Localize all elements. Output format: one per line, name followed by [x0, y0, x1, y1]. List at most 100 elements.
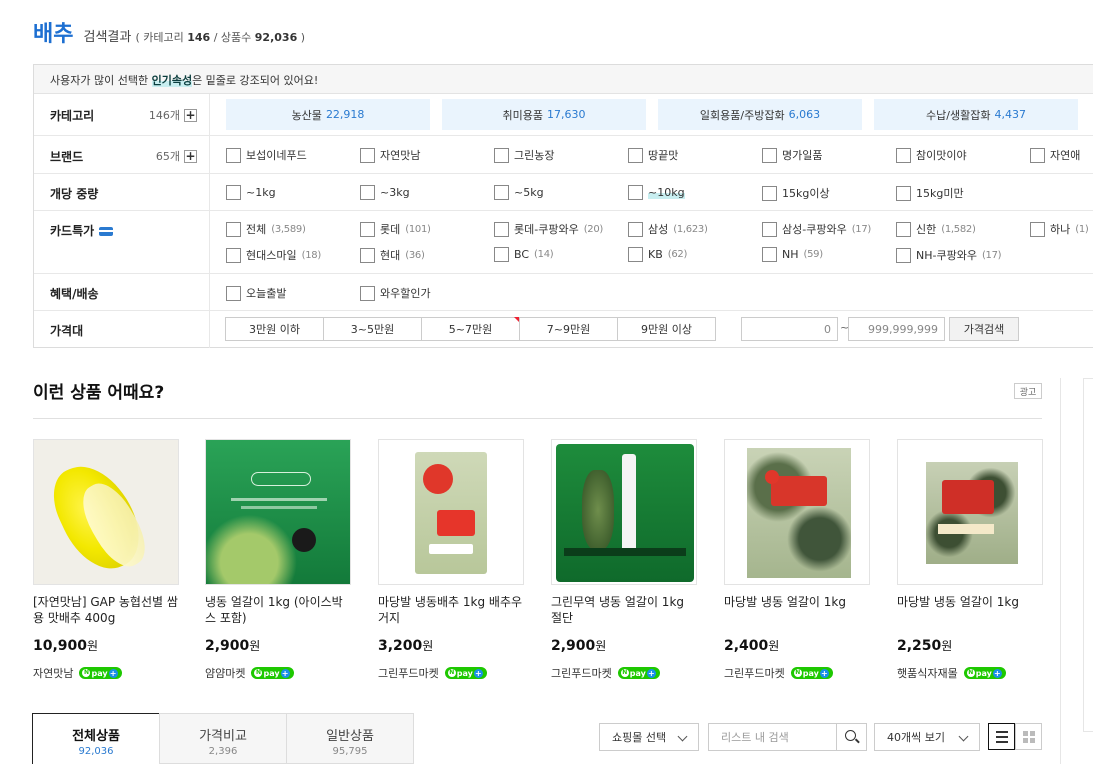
card-option[interactable]: 신한 (1,582)	[896, 221, 976, 237]
expand-category-plus-icon[interactable]: +	[184, 108, 197, 122]
product-name[interactable]: [자연맛남] GAP 농협선별 쌈용 맛배추 400g	[33, 594, 179, 626]
card-option[interactable]: 삼성-쿠팡와우 (17)	[762, 221, 871, 237]
brand-option[interactable]: 그린농장	[494, 147, 554, 163]
search-keyword: 배추	[33, 22, 74, 47]
tab-all-products[interactable]: 전체상품 92,036	[32, 713, 160, 764]
grid-view-button[interactable]	[1015, 723, 1042, 750]
category-chip[interactable]: 일회용품/주방잡화 6,063	[658, 99, 862, 130]
filter-label-brand: 브랜드	[50, 150, 84, 164]
product-price: 2,250원	[897, 638, 953, 654]
brand-option[interactable]: 보섭이네푸드	[226, 147, 307, 163]
category-chip[interactable]: 농산물 22,918	[226, 99, 430, 130]
filter-row-benefit: 혜택/배송 오늘출발 와우할인가	[34, 274, 1093, 311]
price-range-button-popular[interactable]: 5~7만원	[421, 317, 520, 341]
product-shop: 그린푸드마켓 Npay +	[551, 665, 697, 681]
search-icon[interactable]	[836, 724, 866, 750]
filter-label-card: 카드특가	[50, 224, 95, 238]
product-image[interactable]	[551, 439, 697, 585]
product-card[interactable]: 마당발 냉동 얼갈이 1kg 2,400원 그린푸드마켓 Npay +	[724, 439, 870, 681]
weight-option[interactable]: ~1kg	[226, 185, 276, 200]
product-name[interactable]: 냉동 얼갈이 1kg (아이스박스 포함)	[205, 594, 351, 626]
price-range-button[interactable]: 9만원 이상	[617, 317, 716, 341]
benefit-option[interactable]: 오늘출발	[226, 285, 286, 301]
product-image[interactable]	[205, 439, 351, 585]
filter-label-price: 가격대	[50, 324, 84, 338]
filter-label-benefit: 혜택/배송	[50, 287, 99, 301]
product-shop: 얌얌마켓 Npay +	[205, 665, 351, 681]
card-option[interactable]: 롯데-쿠팡와우 (20)	[494, 221, 603, 237]
product-shop: 햇품식자재몰 Npay +	[897, 665, 1043, 681]
product-card[interactable]: [자연맛남] GAP 농협선별 쌈용 맛배추 400g 10,900원 자연맛남…	[33, 439, 179, 681]
filter-row-brand: 브랜드 65개 + 보섭이네푸드 자연맛남 그린농장 땅끝맛 명가일품 참이맛이야…	[34, 136, 1093, 174]
card-option[interactable]: 삼성 (1,623)	[628, 221, 708, 237]
filter-row-weight: 개당 중량 ~1kg ~3kg ~5kg ~10kg 15kg이상 15kg미만	[34, 174, 1093, 211]
category-chip[interactable]: 수납/생활잡화 4,437	[874, 99, 1078, 130]
npay-icon: Npay +	[617, 667, 660, 679]
product-name[interactable]: 그린무역 냉동 얼갈이 1kg 절단	[551, 594, 697, 626]
npay-icon: Npay +	[963, 667, 1006, 679]
product-shop: 그린푸드마켓 Npay +	[378, 665, 524, 681]
brand-option[interactable]: 자연애	[1030, 147, 1080, 163]
brand-option[interactable]: 자연맛남	[360, 147, 420, 163]
product-image[interactable]	[33, 439, 179, 585]
price-min-input[interactable]: 0	[741, 317, 838, 341]
page-size-select[interactable]: 40개씩 보기	[874, 723, 980, 751]
product-card[interactable]: 마당발 냉동 얼갈이 1kg 2,250원 햇품식자재몰 Npay +	[897, 439, 1043, 681]
product-image[interactable]	[897, 439, 1043, 585]
product-price: 3,200원	[378, 638, 434, 654]
price-range-button[interactable]: 3만원 이하	[225, 317, 324, 341]
card-option[interactable]: BC (14)	[494, 247, 554, 262]
filter-notice: 사용자가 많이 선택한 인기속성은 밑줄로 강조되어 있어요!	[34, 65, 1093, 94]
card-option[interactable]: 하나 (1)	[1030, 221, 1089, 237]
checkbox[interactable]	[226, 147, 241, 163]
category-chip[interactable]: 취미용품 17,630	[442, 99, 646, 130]
side-panel	[1083, 378, 1093, 732]
product-shop: 그린푸드마켓 Npay +	[724, 665, 870, 681]
brand-option[interactable]: 땅끝맛	[628, 147, 678, 163]
result-summary: 검색결과 ( 카테고리 146 / 상품수 92,036 )	[83, 30, 306, 45]
product-card[interactable]: 마당발 냉동배추 1kg 배추우거지 3,200원 그린푸드마켓 Npay +	[378, 439, 524, 681]
price-range-button[interactable]: 3~5만원	[323, 317, 422, 341]
product-card[interactable]: 그린무역 냉동 얼갈이 1kg 절단 2,900원 그린푸드마켓 Npay +	[551, 439, 697, 681]
product-card[interactable]: 냉동 얼갈이 1kg (아이스박스 포함) 2,900원 얌얌마켓 Npay +	[205, 439, 351, 681]
npay-icon: Npay +	[790, 667, 833, 679]
product-image[interactable]	[378, 439, 524, 585]
product-name[interactable]: 마당발 냉동 얼갈이 1kg	[897, 594, 1043, 626]
card-option[interactable]: 전체 (3,589)	[226, 221, 306, 237]
weight-option[interactable]: ~5kg	[494, 185, 544, 200]
tab-general-products[interactable]: 일반상품 95,795	[286, 713, 414, 764]
npay-icon: Npay +	[444, 667, 487, 679]
card-option[interactable]: 현대스마일 (18)	[226, 247, 321, 263]
product-name[interactable]: 마당발 냉동 얼갈이 1kg	[724, 594, 870, 626]
list-view-button[interactable]	[988, 723, 1015, 750]
tab-price-compare[interactable]: 가격비교 2,396	[159, 713, 287, 764]
card-option[interactable]: KB (62)	[628, 247, 687, 262]
benefit-option[interactable]: 와우할인가	[360, 285, 431, 301]
weight-option[interactable]: 15kg미만	[896, 185, 964, 201]
list-search-input[interactable]: 리스트 내 검색	[708, 723, 867, 751]
product-price: 2,900원	[205, 638, 261, 654]
card-option[interactable]: 현대 (36)	[360, 247, 425, 263]
expand-brand-plus-icon[interactable]: +	[184, 149, 197, 163]
filter-row-card: 카드특가 전체 (3,589) 롯데 (101) 롯데-쿠팡와우 (20) 삼성 (1,…	[34, 211, 1093, 274]
price-search-button[interactable]: 가격검색	[949, 317, 1019, 341]
card-option[interactable]: NH (59)	[762, 247, 823, 262]
product-name[interactable]: 마당발 냉동배추 1kg 배추우거지	[378, 594, 524, 626]
product-image[interactable]	[724, 439, 870, 585]
price-max-input[interactable]: 999,999,999	[848, 317, 945, 341]
mall-select[interactable]: 쇼핑몰 선택	[599, 723, 699, 751]
weight-option[interactable]: 15kg이상	[762, 185, 830, 201]
weight-option[interactable]: ~3kg	[360, 185, 410, 200]
ad-badge[interactable]: 광고	[1014, 383, 1042, 399]
npay-icon: Npay +	[79, 667, 122, 679]
card-option[interactable]: 롯데 (101)	[360, 221, 431, 237]
brand-option[interactable]: 명가일품	[762, 147, 822, 163]
price-range-button[interactable]: 7~9만원	[519, 317, 618, 341]
brand-option[interactable]: 참이맛이야	[896, 147, 967, 163]
npay-icon: Npay +	[251, 667, 294, 679]
filter-label-category: 카테고리	[50, 109, 95, 123]
search-title: 배추 검색결과 ( 카테고리 146 / 상품수 92,036 )	[33, 16, 306, 47]
weight-option-popular[interactable]: ~10kg	[628, 185, 685, 200]
card-option[interactable]: NH-쿠팡와우 (17)	[896, 247, 1002, 263]
credit-card-icon	[99, 227, 114, 236]
